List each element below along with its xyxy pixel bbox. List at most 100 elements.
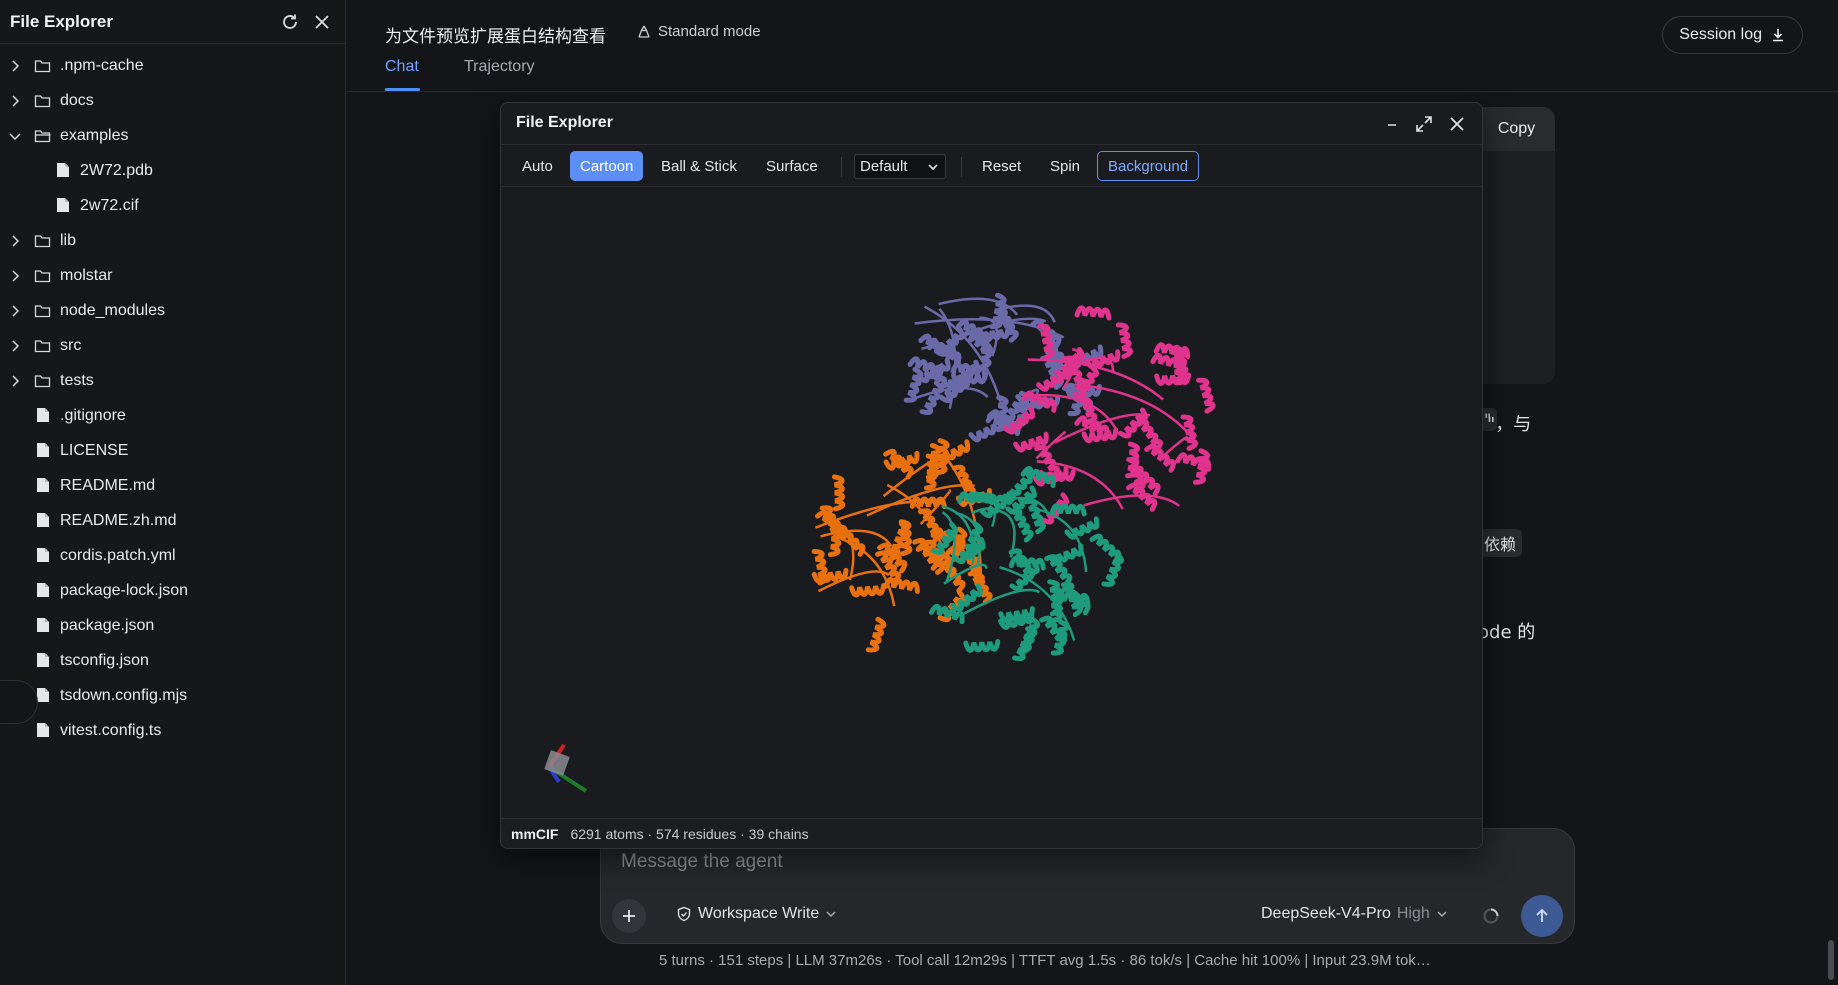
tree-item-label: .gitignore bbox=[60, 406, 126, 424]
close-icon[interactable] bbox=[309, 9, 335, 35]
folder-icon bbox=[34, 92, 52, 110]
viewer-title: File Explorer bbox=[516, 114, 613, 131]
protein-cartoon-render bbox=[544, 292, 1216, 793]
tree-file[interactable]: tsdown.config.mjs bbox=[0, 678, 345, 713]
chevron-right-icon[interactable] bbox=[8, 59, 22, 73]
file-icon bbox=[36, 407, 54, 425]
coil-segment bbox=[1083, 494, 1180, 507]
tab-chat[interactable]: Chat bbox=[385, 58, 419, 76]
chevron-down-icon[interactable] bbox=[8, 129, 22, 143]
app-root: File Explorer .npm-cache docs examples 2W72… bbox=[0, 0, 1838, 985]
background-button[interactable]: Background bbox=[1097, 151, 1200, 181]
mode-icon bbox=[638, 25, 650, 38]
maximize-icon[interactable] bbox=[1412, 112, 1436, 136]
minimize-icon[interactable] bbox=[1380, 112, 1404, 136]
tree-folder[interactable]: molstar bbox=[0, 258, 345, 293]
file-icon bbox=[56, 197, 74, 215]
tree-file[interactable]: vitest.config.ts bbox=[0, 713, 345, 748]
cartoon-button[interactable]: Cartoon bbox=[570, 151, 644, 181]
message-text-fragment: "，与 bbox=[1487, 414, 1532, 435]
session-stats: 5 turns · 151 steps | LLM 37m26s · Tool … bbox=[659, 952, 1431, 969]
molecule-canvas[interactable] bbox=[501, 187, 1482, 820]
tree-folder[interactable]: src bbox=[0, 328, 345, 363]
chevron-right-icon[interactable] bbox=[8, 234, 22, 248]
workspace-select[interactable]: Workspace Write bbox=[676, 905, 837, 923]
close-icon[interactable] bbox=[1445, 112, 1469, 136]
model-select[interactable]: DeepSeek-V4-Pro High bbox=[1261, 905, 1448, 923]
file-icon bbox=[36, 617, 54, 635]
file-icon bbox=[36, 477, 54, 495]
tree-file[interactable]: LICENSE bbox=[0, 433, 345, 468]
refresh-icon[interactable] bbox=[277, 9, 303, 35]
folder-icon bbox=[34, 337, 52, 355]
toolbar-divider bbox=[841, 157, 842, 177]
sidebar-header: File Explorer bbox=[0, 0, 345, 44]
tree-file[interactable]: README.md bbox=[0, 468, 345, 503]
auto-button[interactable]: Auto bbox=[512, 151, 563, 181]
tree-folder[interactable]: docs bbox=[0, 83, 345, 118]
tree-folder[interactable]: .npm-cache bbox=[0, 48, 345, 83]
tree-item-label: lib bbox=[60, 231, 77, 249]
file-icon bbox=[36, 582, 54, 600]
inline-code: 依赖 bbox=[1478, 529, 1523, 557]
file-icon bbox=[36, 652, 54, 670]
chevron-right-icon[interactable] bbox=[8, 304, 22, 318]
mode-label: Standard mode bbox=[658, 23, 761, 40]
tree-item-label: README.md bbox=[60, 476, 156, 494]
copy-button[interactable]: Copy bbox=[1478, 107, 1555, 151]
tree-file[interactable]: package.json bbox=[0, 608, 345, 643]
plus-icon bbox=[623, 910, 635, 922]
spin-button[interactable]: Spin bbox=[1040, 151, 1090, 181]
reset-button[interactable]: Reset bbox=[972, 151, 1031, 181]
helix-segment bbox=[1180, 414, 1199, 451]
tree-file[interactable]: 2w72.cif bbox=[0, 188, 345, 223]
chevron-right-icon[interactable] bbox=[8, 374, 22, 388]
helix-segment bbox=[1074, 305, 1112, 321]
tree-folder[interactable]: tests bbox=[0, 363, 345, 398]
chevron-right-icon[interactable] bbox=[8, 339, 22, 353]
helix-segment bbox=[849, 582, 887, 598]
color-scheme-select[interactable]: Default bbox=[854, 154, 946, 179]
arrow-up-icon bbox=[1536, 908, 1548, 922]
tree-file[interactable]: .gitignore bbox=[0, 398, 345, 433]
effort-level: High bbox=[1396, 905, 1430, 922]
tree-item-label: LICENSE bbox=[60, 441, 129, 459]
session-log-button[interactable]: Session log bbox=[1662, 16, 1803, 54]
helix-segment bbox=[1192, 448, 1211, 485]
chat-header: 为文件预览扩展蛋白结构查看 Standard mode Chat Traject… bbox=[347, 0, 1838, 92]
message-input[interactable]: Message the agent bbox=[621, 851, 783, 873]
structure-viewer-window: File Explorer Auto Cartoon Ball & Stick … bbox=[500, 102, 1483, 849]
surface-button[interactable]: Surface bbox=[756, 151, 828, 181]
helix-segment bbox=[1101, 551, 1124, 587]
tree-file[interactable]: 2W72.pdb bbox=[0, 153, 345, 188]
tree-item-label: 2W72.pdb bbox=[80, 161, 153, 179]
tree-folder[interactable]: node_modules bbox=[0, 293, 345, 328]
tree-item-label: docs bbox=[60, 91, 94, 109]
chevron-right-icon[interactable] bbox=[8, 94, 22, 108]
folder-icon bbox=[34, 57, 52, 75]
chevron-down-icon bbox=[826, 911, 836, 918]
tree-item-label: tsconfig.json bbox=[60, 651, 149, 669]
scrollbar[interactable] bbox=[1828, 940, 1834, 980]
add-attachment-button[interactable] bbox=[612, 899, 646, 933]
tree-file[interactable]: package-lock.json bbox=[0, 573, 345, 608]
ball-stick-button[interactable]: Ball & Stick bbox=[651, 151, 747, 181]
tree-item-label: tsdown.config.mjs bbox=[60, 686, 188, 704]
tree-item-label: cordis.patch.yml bbox=[60, 546, 176, 564]
loading-spinner-icon bbox=[1483, 908, 1499, 924]
folder-icon bbox=[34, 372, 52, 390]
session-log-label: Session log bbox=[1679, 26, 1762, 43]
tree-file[interactable]: cordis.patch.yml bbox=[0, 538, 345, 573]
helix-segment bbox=[1196, 377, 1216, 414]
viewer-titlebar[interactable]: File Explorer bbox=[501, 103, 1482, 145]
chevron-right-icon[interactable] bbox=[8, 269, 22, 283]
file-icon bbox=[36, 512, 54, 530]
mode-indicator[interactable]: Standard mode bbox=[636, 23, 761, 40]
tree-folder[interactable]: examples bbox=[0, 118, 345, 153]
send-button[interactable] bbox=[1521, 895, 1563, 937]
tree-file[interactable]: tsconfig.json bbox=[0, 643, 345, 678]
tab-trajectory[interactable]: Trajectory bbox=[464, 58, 535, 76]
tree-file[interactable]: README.zh.md bbox=[0, 503, 345, 538]
tree-folder[interactable]: lib bbox=[0, 223, 345, 258]
file-icon bbox=[36, 442, 54, 460]
